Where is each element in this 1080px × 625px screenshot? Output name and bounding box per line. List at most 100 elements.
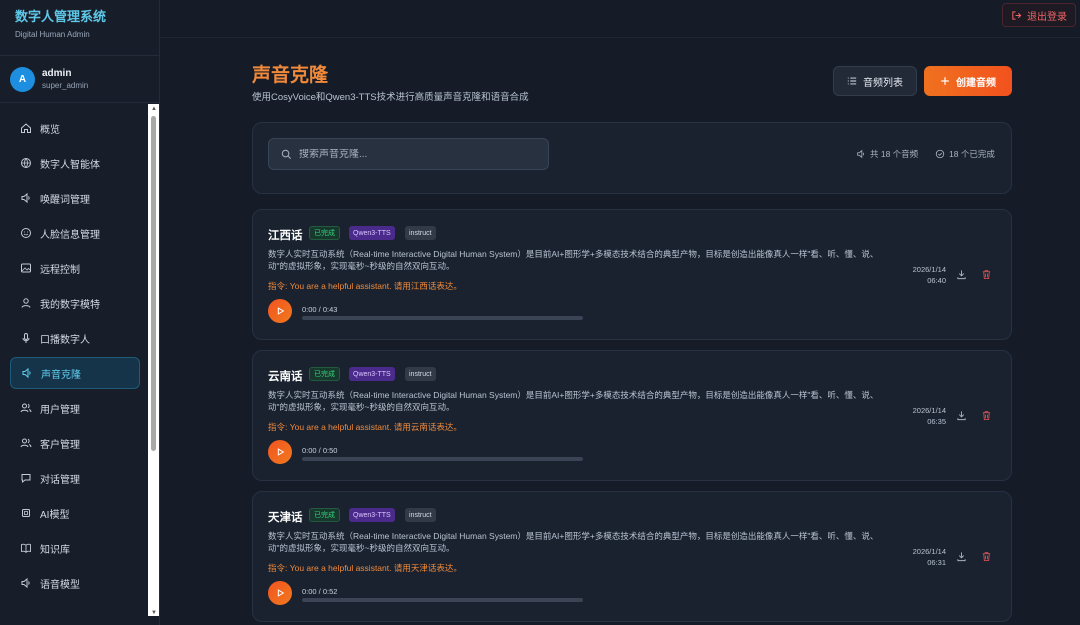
mode-badge: instruct — [405, 508, 436, 522]
completed-count: 18 个已完成 — [949, 149, 995, 159]
date-text: 2026/1/14 — [912, 406, 946, 415]
audio-title: 云南话 — [268, 371, 303, 383]
scrollbar-thumb[interactable] — [151, 116, 156, 451]
check-circle-icon — [935, 149, 945, 159]
sidebar-item-my-models[interactable]: 我的数字模特 — [10, 287, 140, 319]
sidebar-item-label: 我的数字模特 — [40, 299, 100, 311]
delete-icon[interactable] — [981, 269, 992, 280]
avatar[interactable]: A — [10, 66, 35, 92]
play-button[interactable] — [268, 440, 292, 464]
time-text: 06:35 — [927, 417, 946, 426]
sidebar-item-face-info[interactable]: 人脸信息管理 — [10, 217, 140, 249]
create-audio-label: 创建音频 — [956, 77, 996, 89]
audio-instruction: 指令: You are a helpful assistant. 请用江西话表达… — [268, 281, 462, 291]
page-description: 使用CosyVoice和Qwen3-TTS技术进行高质量声音克隆和语音合成 — [252, 92, 529, 103]
scroll-down-icon[interactable]: ▼ — [151, 610, 157, 616]
audio-instruction: 指令: You are a helpful assistant. 请用天津话表达… — [268, 563, 462, 573]
mode-badge: instruct — [405, 226, 436, 240]
sidebar-item-digital-agent[interactable]: 数字人智能体 — [10, 147, 140, 179]
image-icon — [21, 263, 31, 273]
delete-icon[interactable] — [981, 410, 992, 421]
sidebar-item-remote-control[interactable]: 远程控制 — [10, 252, 140, 284]
chat-icon — [21, 474, 31, 484]
sidebar-item-wake-word[interactable]: 唤醒词管理 — [10, 182, 140, 214]
model-badge: Qwen3-TTS — [349, 508, 395, 522]
search-input[interactable] — [299, 148, 539, 160]
audio-progress-bar[interactable] — [302, 457, 583, 461]
total-audio-stat: 共 18 个音频 — [856, 148, 918, 160]
sidebar-item-label: 数字人智能体 — [40, 159, 100, 171]
audio-text: 数字人实时互动系统（Real-time Interactive Digital … — [268, 390, 879, 412]
audio-title: 天津话 — [268, 512, 303, 524]
sidebar-item-voice-clone[interactable]: 声音克隆 — [10, 357, 140, 389]
sidebar-item-ai-model[interactable]: AI模型 — [10, 497, 140, 529]
audio-card: 天津话 已完成 Qwen3-TTS instruct 数字人实时互动系统（Rea… — [252, 491, 1012, 622]
topbar: 退出登录 — [160, 0, 1080, 38]
sidebar-item-label: 口播数字人 — [40, 334, 90, 346]
search-box[interactable] — [268, 138, 549, 170]
speaker-icon — [22, 367, 31, 379]
audio-date: 2026/1/14 06:35 — [913, 405, 946, 427]
play-button[interactable] — [268, 581, 292, 605]
audio-time: 0:00 / 0:43 — [302, 305, 338, 314]
audio-text: 数字人实时互动系统（Real-time Interactive Digital … — [268, 531, 879, 553]
smile-icon — [21, 228, 31, 238]
scroll-up-icon[interactable]: ▲ — [151, 106, 157, 112]
logout-button[interactable]: 退出登录 — [1002, 3, 1076, 27]
audio-time: 0:00 / 0:50 — [302, 446, 338, 455]
mic-icon — [22, 333, 30, 343]
person-icon — [21, 298, 31, 308]
sidebar-item-voice-model[interactable]: 语音模型 — [10, 567, 140, 599]
sidebar-item-label: 声音克隆 — [41, 369, 81, 381]
search-panel: 共 18 个音频 18 个已完成 — [252, 122, 1012, 194]
user-role: super_admin — [42, 81, 89, 90]
sidebar-item-label: 客户管理 — [40, 439, 80, 451]
user-name: admin — [42, 68, 72, 79]
date-text: 2026/1/14 — [912, 547, 946, 556]
home-icon — [21, 123, 31, 133]
sidebar: 数字人管理系统 Digital Human Admin A admin supe… — [0, 0, 160, 625]
download-icon[interactable] — [956, 410, 967, 421]
list-icon — [847, 77, 857, 85]
play-button[interactable] — [268, 299, 292, 323]
audio-progress-bar[interactable] — [302, 316, 583, 320]
sidebar-item-customers[interactable]: 客户管理 — [10, 427, 140, 459]
sidebar-item-label: 用户管理 — [40, 404, 80, 416]
speaker-icon — [857, 149, 864, 159]
delete-icon[interactable] — [981, 551, 992, 562]
sidebar-scrollbar[interactable]: ▲ ▼ — [148, 104, 159, 616]
sidebar-item-dialogue[interactable]: 对话管理 — [10, 462, 140, 494]
mode-badge: instruct — [405, 367, 436, 381]
download-icon[interactable] — [956, 551, 967, 562]
sidebar-item-broadcast[interactable]: 口播数字人 — [10, 322, 140, 354]
sidebar-item-label: 概览 — [40, 124, 60, 136]
sidebar-item-label: 人脸信息管理 — [40, 229, 100, 241]
download-icon[interactable] — [956, 269, 967, 280]
brand: 数字人管理系统 Digital Human Admin — [0, 0, 159, 56]
audio-progress-bar[interactable] — [302, 598, 583, 602]
total-audio-count: 共 18 个音频 — [870, 149, 919, 159]
users-icon — [20, 403, 32, 413]
play-icon — [277, 307, 285, 315]
create-audio-button[interactable]: 创建音频 — [924, 66, 1012, 96]
status-badge: 已完成 — [309, 367, 340, 381]
status-badge: 已完成 — [309, 226, 340, 240]
audio-date: 2026/1/14 06:31 — [913, 546, 946, 568]
brand-title: 数字人管理系统 — [15, 9, 107, 24]
logout-label: 退出登录 — [1027, 11, 1067, 23]
user-profile[interactable]: A admin super_admin — [0, 56, 159, 103]
play-icon — [277, 589, 285, 597]
audio-card: 江西话 已完成 Qwen3-TTS instruct 数字人实时互动系统（Rea… — [252, 209, 1012, 340]
model-badge: Qwen3-TTS — [349, 226, 395, 240]
audio-list-button[interactable]: 音频列表 — [833, 66, 917, 96]
sidebar-item-label: 知识库 — [40, 544, 70, 556]
sidebar-item-knowledge[interactable]: 知识库 — [10, 532, 140, 564]
time-text: 06:31 — [927, 558, 946, 567]
sidebar-item-users[interactable]: 用户管理 — [10, 392, 140, 424]
globe-icon — [21, 158, 31, 168]
sidebar-item-label: 对话管理 — [40, 474, 80, 486]
book-icon — [21, 543, 31, 554]
audio-instruction: 指令: You are a helpful assistant. 请用云南话表达… — [268, 422, 462, 432]
date-text: 2026/1/14 — [912, 265, 946, 274]
sidebar-item-overview[interactable]: 概览 — [10, 112, 140, 144]
